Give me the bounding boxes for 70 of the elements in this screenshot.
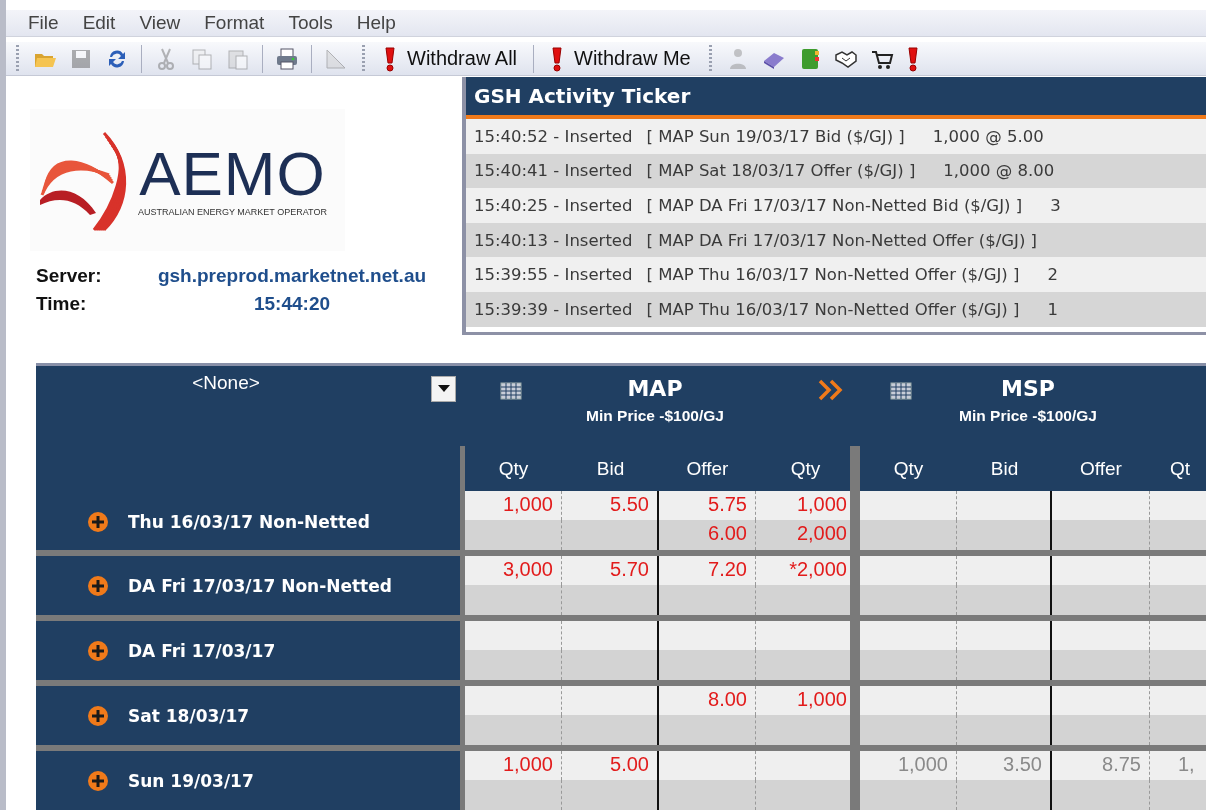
menu-item[interactable]: View — [127, 12, 193, 35]
ticker-event: 15:40:25 - Inserted — [474, 196, 633, 215]
ticker-amount: 3 — [1050, 196, 1061, 215]
row-label: Sun 19/03/17 — [128, 770, 254, 791]
menu-item[interactable]: Tools — [276, 12, 345, 35]
order-cell-text: *2,000 — [788, 557, 848, 582]
expand-icon[interactable] — [88, 770, 108, 791]
row-label: DA Fri 17/03/17 Non-Netted — [128, 575, 392, 596]
filter-dropdown[interactable]: <None> — [36, 372, 456, 402]
ticker-event: 15:40:52 - Inserted — [474, 126, 633, 146]
order-cell-text: 1,000 — [795, 687, 848, 712]
menu-item[interactable]: Help — [344, 12, 408, 35]
ticker-event: 15:39:39 - Inserted — [474, 299, 633, 319]
column-header: Qty — [497, 457, 530, 480]
order-cell-text: 1, — [1177, 752, 1196, 777]
server-value: gsh.preprod.marketnet.net.au — [156, 265, 428, 287]
ticker-detail: [ MAP DA Fri 17/03/17 Non-Netted Offer ($/GJ) ] — [646, 230, 1038, 250]
withdraw-button[interactable]: Withdraw Me — [544, 43, 697, 74]
market-title: MAP — [627, 376, 683, 401]
expand-icon[interactable] — [88, 575, 108, 596]
server-label: Server: — [35, 265, 103, 287]
ticker-title: GSH Activity Ticker — [466, 77, 1206, 119]
menu-item[interactable]: File — [16, 12, 71, 35]
order-cell-text: 1,000 — [795, 492, 848, 517]
exclamation-icon — [550, 45, 565, 72]
logo-tagline: AUSTRALIAN ENERGY MARKET OPERATOR — [138, 207, 327, 217]
row-label: DA Fri 17/03/17 — [128, 640, 276, 661]
column-header: Offer — [685, 457, 730, 480]
time-value: 15:44:20 — [252, 293, 332, 315]
double-chevron-icon[interactable] — [818, 378, 844, 402]
row-label: Sat 18/03/17 — [128, 705, 250, 726]
ticker-event: 15:39:55 - Inserted — [474, 265, 633, 285]
exclamation-icon — [383, 45, 397, 72]
column-header: Offer — [1079, 457, 1123, 480]
column-header: Qty — [892, 457, 925, 480]
expand-icon[interactable] — [88, 512, 108, 532]
ticker-detail: [ MAP Sat 18/03/17 Offer ($/GJ) ] — [646, 161, 916, 181]
expand-icon[interactable] — [88, 705, 108, 726]
ticker-amount: 1,000 @ 8.00 — [943, 161, 1055, 181]
withdraw-button[interactable]: Withdraw All — [377, 43, 524, 74]
ticker-detail: [ MAP Thu 16/03/17 Non-Netted Offer ($/GJ) ] — [646, 265, 1020, 285]
ticker-detail: [ MAP Sun 19/03/17 Bid ($/GJ) ] — [646, 126, 905, 146]
caret-icon — [437, 385, 450, 393]
table-icon — [890, 382, 912, 400]
table-icon — [500, 382, 522, 400]
row-label: Thu 16/03/17 Non-Netted — [128, 512, 370, 532]
column-header: Bid — [989, 457, 1020, 480]
time-label: Time: — [35, 293, 88, 315]
column-header: Qty — [789, 457, 822, 480]
menu-item[interactable]: Edit — [70, 12, 128, 35]
order-cell-text: 2,000 — [795, 521, 848, 546]
dropdown-button[interactable] — [431, 376, 456, 402]
exclamation-icon — [905, 45, 920, 72]
ticker-amount: 1 — [1047, 299, 1058, 319]
expand-icon[interactable] — [88, 640, 108, 661]
ticker-event: 15:40:13 - Inserted — [474, 230, 633, 250]
market-subtitle: Min Price -$100/GJ — [586, 407, 724, 425]
menu-item[interactable]: Format — [192, 12, 277, 35]
copy-icon — [190, 46, 214, 71]
printer-icon — [275, 46, 299, 71]
ticker-detail: [ MAP DA Fri 17/03/17 Non-Netted Bid ($/GJ) ] — [646, 196, 1023, 215]
ticker-event: 15:40:41 - Inserted — [474, 161, 633, 181]
column-header: Bid — [595, 457, 626, 480]
ticker-amount: 1,000 @ 5.00 — [932, 126, 1044, 146]
column-header: Qt — [1169, 457, 1192, 480]
market-title: MSP — [1001, 376, 1055, 401]
ticker-amount: 2 — [1047, 265, 1058, 285]
ticker-detail: [ MAP Thu 16/03/17 Non-Netted Offer ($/GJ) ] — [646, 299, 1020, 319]
market-subtitle: Min Price -$100/GJ — [959, 407, 1097, 425]
logo-name: AEMO — [139, 143, 326, 205]
